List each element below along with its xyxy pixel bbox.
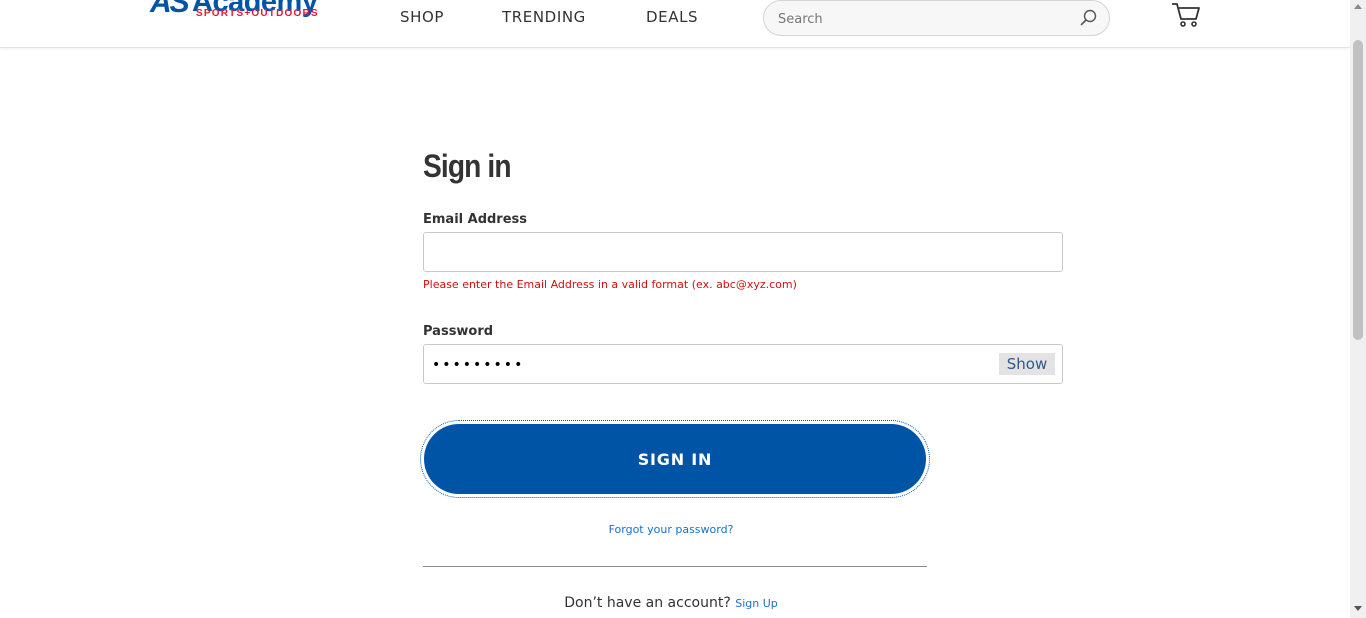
scroll-down-arrow[interactable] xyxy=(1354,606,1362,611)
site-header: AS Academy SPORTS+OUTDOORS SHOP TRENDING… xyxy=(0,0,1350,48)
sign-in-focus-ring: SIGN IN xyxy=(420,420,930,498)
page-title: Sign in xyxy=(423,148,512,184)
search-input[interactable] xyxy=(778,7,1068,31)
nav-deals[interactable]: DEALS xyxy=(646,8,698,26)
show-password-button[interactable]: Show xyxy=(999,353,1055,375)
nav-trending[interactable]: TRENDING xyxy=(502,8,586,26)
forgot-password-link[interactable]: Forgot your password? xyxy=(0,523,1342,536)
logo-mark: AS xyxy=(150,0,190,19)
email-error-message: Please enter the Email Address in a vali… xyxy=(423,278,797,291)
divider xyxy=(423,566,927,567)
signup-prompt: Don’t have an account? xyxy=(564,595,731,611)
email-field[interactable] xyxy=(432,241,992,265)
scroll-up-arrow[interactable] xyxy=(1354,4,1362,9)
email-label: Email Address xyxy=(423,212,528,227)
page-scrollbar[interactable] xyxy=(1350,0,1366,618)
sign-in-button[interactable]: SIGN IN xyxy=(424,424,926,494)
password-field[interactable] xyxy=(432,353,992,377)
email-field-box xyxy=(423,232,1063,272)
search-icon[interactable] xyxy=(1079,8,1099,28)
password-label: Password xyxy=(423,324,494,339)
scroll-thumb[interactable] xyxy=(1353,40,1363,340)
academy-logo[interactable]: AS Academy SPORTS+OUTDOORS xyxy=(148,0,348,26)
logo-tagline: SPORTS+OUTDOORS xyxy=(196,8,319,19)
cart-icon[interactable] xyxy=(1170,0,1202,30)
signup-row: Don’t have an account? Sign Up xyxy=(0,595,1342,611)
nav-shop[interactable]: SHOP xyxy=(400,8,444,26)
sign-up-link[interactable]: Sign Up xyxy=(735,597,778,610)
search-bar xyxy=(763,0,1110,36)
password-field-box: Show xyxy=(423,344,1063,384)
